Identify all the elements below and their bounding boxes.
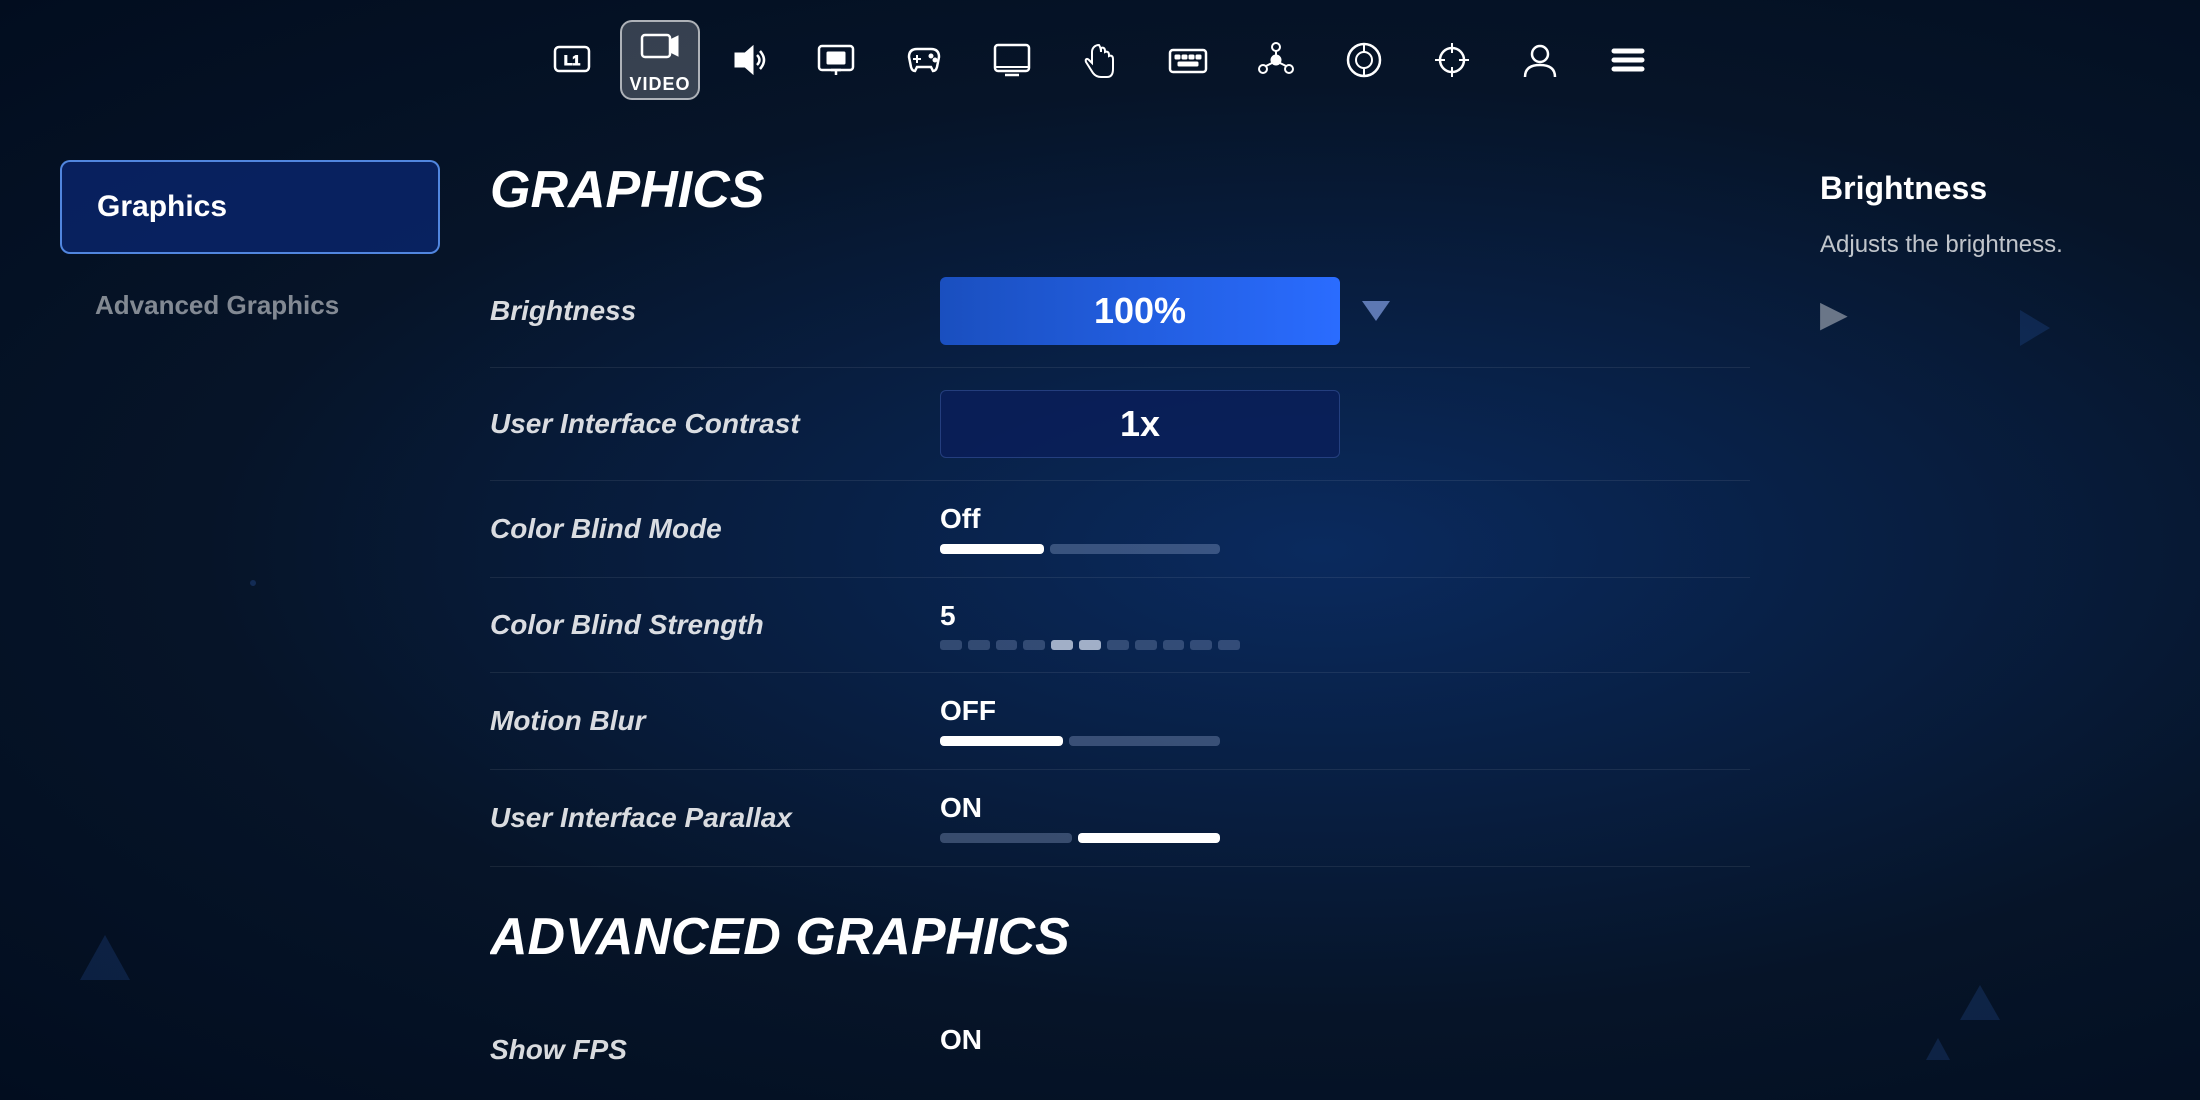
nav-video-label: VIDEO [629,74,690,95]
setting-row-ui-parallax: User Interface Parallax ON [490,770,1750,867]
contrast-value: 1x [1120,403,1160,445]
nav-icon-l1[interactable]: L1 [532,20,612,100]
seg-7 [1107,640,1129,650]
sidebar-item-advanced-graphics[interactable]: Advanced Graphics [60,262,440,349]
nav-icon-touch[interactable] [1060,20,1140,100]
setting-row-brightness: Brightness 100% [490,255,1750,368]
slider-empty-ui-parallax [940,833,1072,843]
setting-name-ui-parallax: User Interface Parallax [490,802,910,834]
sidebar-label-graphics: Graphics [97,190,227,223]
setting-name-color-blind-mode: Color Blind Mode [490,513,910,545]
nav-icon-controller[interactable] [884,20,964,100]
setting-row-color-blind-strength: Color Blind Strength 5 [490,578,1750,673]
audio-icon [727,39,769,81]
slider-filled-ui-parallax [1078,833,1220,843]
nav-icon-video[interactable]: VIDEO [620,20,700,100]
seg-8 [1135,640,1157,650]
slider-empty-motion-blur [1069,736,1220,746]
seg-6 [1079,640,1101,650]
network-icon [1255,39,1297,81]
contrast-bar[interactable]: 1x [940,390,1340,458]
color-blind-strength-value: 5 [940,600,956,632]
setting-control-motion-blur: OFF [940,695,1750,747]
setting-row-show-fps: Show FPS ON [490,1002,1750,1060]
nav-icon-display[interactable] [796,20,876,100]
setting-name-brightness: Brightness [490,295,910,327]
setting-name-motion-blur: Motion Blur [490,705,910,737]
settings-list-graphics: Brightness 100% User Interface Contrast … [490,255,1750,867]
setting-control-ui-contrast: 1x [940,390,1750,458]
setting-row-color-blind-mode: Color Blind Mode Off [490,481,1750,578]
content-area: GRAPHICS Brightness 100% User Interface … [490,160,1770,1060]
seg-11 [1218,640,1240,650]
color-blind-strength-slider[interactable] [940,640,1240,650]
sidebar-item-graphics[interactable]: Graphics [60,160,440,254]
help-text: Adjusts the brightness. [1820,227,2140,263]
sidebar: Graphics Advanced Graphics [60,160,440,1060]
nav-icon-network[interactable] [1236,20,1316,100]
nav-icon-keyboard[interactable] [1148,20,1228,100]
setting-row-motion-blur: Motion Blur OFF [490,673,1750,770]
motion-blur-slider[interactable] [940,735,1220,747]
section-title-advanced-graphics: ADVANCED GRAPHICS [490,907,1750,967]
top-nav: L1 VIDEO [0,0,2200,120]
brightness-dropdown-arrow[interactable] [1362,301,1390,321]
motion-blur-value: OFF [940,695,996,727]
touch-icon [1079,39,1121,81]
profile-icon [1519,39,1561,81]
crosshair-icon [1431,39,1473,81]
setting-control-color-blind-mode: Off [940,503,1750,555]
l1-icon: L1 [551,39,593,81]
video-icon [639,26,681,68]
setting-control-ui-parallax: ON [940,792,1750,844]
seg-10 [1190,640,1212,650]
menu-icon [1607,39,1649,81]
section-title-graphics: GRAPHICS [490,160,1750,220]
slider-empty-color-blind-mode [1050,544,1220,554]
main-layout: Graphics Advanced Graphics GRAPHICS Brig… [0,120,2200,1100]
color-blind-mode-slider[interactable] [940,543,1220,555]
brightness-value: 100% [1094,290,1186,332]
seg-3 [996,640,1018,650]
nav-icon-gamepad[interactable] [1324,20,1404,100]
nav-icon-crosshair[interactable] [1412,20,1492,100]
brightness-bar[interactable]: 100% [940,277,1340,345]
setting-name-color-blind-strength: Color Blind Strength [490,609,910,641]
controller-icon [903,39,945,81]
nav-icon-audio[interactable] [708,20,788,100]
color-blind-mode-value: Off [940,503,980,535]
seg-2 [968,640,990,650]
setting-control-brightness: 100% [940,277,1750,345]
seg-1 [940,640,962,650]
setting-name-ui-contrast: User Interface Contrast [490,408,910,440]
gamepad-icon [1343,39,1385,81]
ui-parallax-value: ON [940,792,982,824]
seg-9 [1163,640,1185,650]
slider-filled-motion-blur [940,736,1063,746]
seg-5 [1051,640,1073,650]
keyboard-icon [1167,39,1209,81]
brightness-row-control: 100% [940,277,1390,345]
setting-control-show-fps: ON [940,1024,1750,1060]
settings-list-advanced: Show FPS ON [490,1002,1750,1060]
slider-filled-color-blind-mode [940,544,1044,554]
ui-parallax-slider[interactable] [940,832,1220,844]
nav-icon-screen[interactable] [972,20,1052,100]
nav-icon-menu[interactable] [1588,20,1668,100]
setting-control-color-blind-strength: 5 [940,600,1750,650]
nav-icon-profile[interactable] [1500,20,1580,100]
sidebar-label-advanced-graphics: Advanced Graphics [95,290,339,320]
help-title: Brightness [1820,170,2140,207]
help-arrow-right: ▶ [1820,293,2140,335]
display-icon [815,39,857,81]
svg-text:L1: L1 [564,52,581,68]
setting-name-show-fps: Show FPS [490,1034,910,1060]
right-panel: Brightness Adjusts the brightness. ▶ [1820,160,2140,1060]
setting-row-ui-contrast: User Interface Contrast 1x [490,368,1750,481]
show-fps-value: ON [940,1024,982,1056]
screen-icon [991,39,1033,81]
seg-4 [1023,640,1045,650]
